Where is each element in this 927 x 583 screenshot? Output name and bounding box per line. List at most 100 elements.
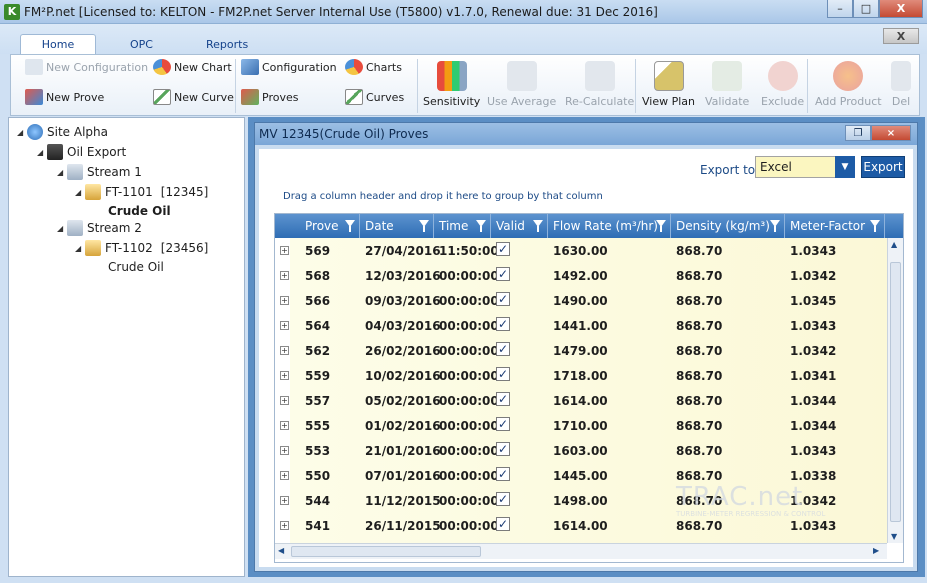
expand-row-button[interactable]: + (280, 446, 289, 455)
scroll-up-icon[interactable]: ▲ (891, 240, 897, 249)
chevron-down-icon[interactable]: ▼ (835, 156, 855, 178)
valid-checkbox[interactable]: ✓ (496, 267, 510, 281)
maximize-button[interactable]: □ (853, 0, 879, 18)
valid-checkbox[interactable]: ✓ (496, 417, 510, 431)
valid-checkbox[interactable]: ✓ (496, 442, 510, 456)
filter-icon[interactable] (476, 220, 486, 232)
charts-button[interactable]: Charts (345, 59, 402, 75)
tree-node-stream-1[interactable]: ◢ Stream 1 (57, 164, 142, 180)
new-curve-button[interactable]: New Curve (153, 89, 234, 105)
proves-button[interactable]: Proves (241, 89, 298, 105)
vertical-scrollbar[interactable]: ▲ ▼ (887, 238, 903, 543)
cell-flow-rate: 1490.00 (553, 294, 608, 308)
expand-row-button[interactable]: + (280, 346, 289, 355)
child-close-button[interactable]: × (871, 125, 911, 141)
filter-icon[interactable] (870, 220, 880, 232)
tree-node-crude-oil-1[interactable]: Crude Oil (108, 204, 171, 218)
expand-row-button[interactable]: + (280, 496, 289, 505)
window-title: FM²P.net [Licensed to: KELTON - FM2P.net… (24, 4, 658, 19)
scroll-left-icon[interactable]: ◀ (278, 546, 284, 555)
table-row[interactable]: +553 21/01/2016 00:00:00 ✓ 1603.00 868.70 1.03… (275, 438, 887, 463)
sensitivity-button[interactable]: Sensitivity (423, 61, 480, 108)
column-header-prove[interactable]: Prove (300, 214, 360, 238)
tab-home[interactable]: Home (20, 34, 96, 54)
valid-checkbox[interactable]: ✓ (496, 292, 510, 306)
table-row[interactable]: +562 26/02/2016 00:00:00 ✓ 1479.00 868.70 1.03… (275, 338, 887, 363)
expand-row-button[interactable]: + (280, 471, 289, 480)
valid-checkbox[interactable]: ✓ (496, 467, 510, 481)
expand-row-button[interactable]: + (280, 296, 289, 305)
validate-button[interactable]: Validate (705, 61, 749, 108)
valid-checkbox[interactable]: ✓ (496, 242, 510, 256)
filter-icon[interactable] (533, 220, 543, 232)
use-average-button[interactable]: Use Average (487, 61, 556, 108)
delete-button[interactable]: Del (891, 61, 911, 108)
tree-node-oil-export[interactable]: ◢ Oil Export (37, 144, 126, 160)
scroll-thumb[interactable] (291, 546, 481, 557)
cell-flow-rate: 1603.00 (553, 444, 608, 458)
column-header-meter-factor[interactable]: Meter-Factor (785, 214, 885, 238)
valid-checkbox[interactable]: ✓ (496, 342, 510, 356)
filter-icon[interactable] (419, 220, 429, 232)
filter-icon[interactable] (770, 220, 780, 232)
tab-reports[interactable]: Reports (196, 34, 258, 54)
expand-arrow-icon[interactable]: ◢ (57, 168, 67, 177)
new-chart-button[interactable]: New Chart (153, 59, 232, 75)
tree-node-stream-2[interactable]: ◢ Stream 2 (57, 220, 142, 236)
curves-button[interactable]: Curves (345, 89, 404, 105)
tree-node-ft-1101[interactable]: ◢ FT-1101 [12345] (75, 184, 208, 200)
export-button[interactable]: Export (861, 156, 905, 178)
expand-row-button[interactable]: + (280, 271, 289, 280)
column-header-flow-rate[interactable]: Flow Rate (m³/hr) (548, 214, 671, 238)
valid-checkbox[interactable]: ✓ (496, 367, 510, 381)
horizontal-scrollbar[interactable]: ◀ ▶ (275, 543, 887, 559)
table-row[interactable]: +555 01/02/2016 00:00:00 ✓ 1710.00 868.70 1.03… (275, 413, 887, 438)
close-button[interactable]: X (879, 0, 923, 18)
filter-icon[interactable] (345, 220, 355, 232)
expand-row-button[interactable]: + (280, 396, 289, 405)
expand-row-button[interactable]: + (280, 321, 289, 330)
expand-row-button[interactable]: + (280, 521, 289, 530)
table-row[interactable]: +559 10/02/2016 00:00:00 ✓ 1718.00 868.70 1.03… (275, 363, 887, 388)
valid-checkbox[interactable]: ✓ (496, 517, 510, 531)
expand-arrow-icon[interactable]: ◢ (37, 148, 47, 157)
expand-arrow-icon[interactable]: ◢ (75, 244, 85, 253)
add-product-button[interactable]: Add Product (815, 61, 882, 108)
expand-arrow-icon[interactable]: ◢ (75, 188, 85, 197)
tree-node-ft-1102[interactable]: ◢ FT-1102 [23456] (75, 240, 208, 256)
restore-button[interactable]: ❐ (845, 125, 871, 141)
valid-checkbox[interactable]: ✓ (496, 492, 510, 506)
table-row[interactable]: +566 09/03/2016 00:00:00 ✓ 1490.00 868.70 1.03… (275, 288, 887, 313)
recalculate-button[interactable]: Re-Calculate (565, 61, 634, 108)
tree-node-site[interactable]: ◢ Site Alpha (17, 124, 108, 140)
cell-density: 868.70 (676, 269, 723, 283)
table-row[interactable]: +569 27/04/2016 11:50:00 ✓ 1630.00 868.70 1.03… (275, 238, 887, 263)
ribbon-close-button[interactable]: X (883, 28, 919, 44)
scroll-thumb[interactable] (890, 262, 901, 522)
column-header-time[interactable]: Time (434, 214, 491, 238)
table-row[interactable]: +557 05/02/2016 00:00:00 ✓ 1614.00 868.70 1.03… (275, 388, 887, 413)
expand-arrow-icon[interactable]: ◢ (17, 128, 27, 137)
scroll-down-icon[interactable]: ▼ (891, 532, 897, 541)
exclude-button[interactable]: Exclude (761, 61, 804, 108)
filter-icon[interactable] (656, 220, 666, 232)
tab-opc[interactable]: OPC (120, 34, 163, 54)
column-header-density[interactable]: Density (kg/m³) (671, 214, 785, 238)
expand-row-button[interactable]: + (280, 371, 289, 380)
column-header-valid[interactable]: Valid (491, 214, 548, 238)
new-configuration-button[interactable]: New Configuration (25, 59, 148, 75)
scroll-right-icon[interactable]: ▶ (873, 546, 879, 555)
new-prove-button[interactable]: New Prove (25, 89, 104, 105)
table-row[interactable]: +568 12/03/2016 00:00:00 ✓ 1492.00 868.70 1.03… (275, 263, 887, 288)
expand-row-button[interactable]: + (280, 246, 289, 255)
expand-row-button[interactable]: + (280, 421, 289, 430)
expand-arrow-icon[interactable]: ◢ (57, 224, 67, 233)
minimize-button[interactable]: – (827, 0, 853, 18)
column-header-date[interactable]: Date (360, 214, 434, 238)
view-plan-button[interactable]: View Plan (642, 61, 695, 108)
table-row[interactable]: +564 04/03/2016 00:00:00 ✓ 1441.00 868.70 1.03… (275, 313, 887, 338)
tree-node-crude-oil-2[interactable]: Crude Oil (108, 260, 164, 274)
valid-checkbox[interactable]: ✓ (496, 317, 510, 331)
valid-checkbox[interactable]: ✓ (496, 392, 510, 406)
configuration-button[interactable]: Configuration (241, 59, 337, 75)
